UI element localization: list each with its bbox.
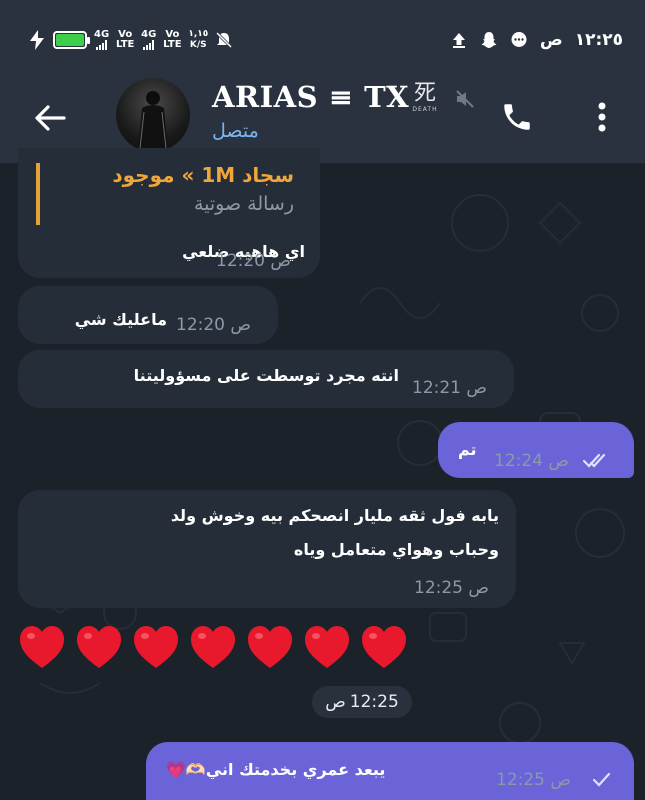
signal-bars-icon <box>143 40 155 50</box>
network-type-label: 4G <box>141 29 157 40</box>
time-value: 12:25 <box>414 578 463 598</box>
chat-bubble-icon <box>510 31 528 49</box>
message-text: يبعد عمري بخدمتك اني🫶🏻💗 <box>166 760 386 779</box>
more-vertical-icon <box>598 102 606 132</box>
arrow-left-icon <box>35 105 66 131</box>
charging-bolt-icon <box>28 30 46 50</box>
time-value: 12:25 <box>349 692 399 712</box>
time-value: 12:25 <box>496 770 545 790</box>
red-heart-icon <box>77 626 121 668</box>
message-time: ص 12:25 <box>414 578 489 598</box>
message-time: ص 12:20 <box>216 251 291 271</box>
avatar-figure-image <box>138 91 168 152</box>
message-text: ماعليك شي <box>74 310 167 329</box>
network-signal-2: 4G <box>141 30 156 50</box>
message-time: ص 12:25 <box>496 770 571 790</box>
bell-off-icon <box>215 31 233 49</box>
status-bar-left: 4G Vo LTE 4G Vo LTE ١,١٥ K/S <box>28 26 233 54</box>
time-ampm: ص <box>550 770 571 790</box>
clock-ampm: ص <box>539 30 563 50</box>
red-heart-icon <box>362 626 406 668</box>
emoji-message-time: ص 12:25 <box>312 686 412 718</box>
time-ampm: ص <box>468 578 489 598</box>
badge-kanji: 死 <box>413 81 436 106</box>
time-value: 12:24 <box>494 451 543 471</box>
message-text-line-1: يابه فول ثقه مليار انصحكم بيه وخوش ولد <box>170 506 499 525</box>
network-signal-1: 4G <box>94 30 109 50</box>
time-ampm: ص <box>230 315 251 335</box>
more-options-button[interactable] <box>588 94 616 140</box>
message-text: تم <box>458 440 477 459</box>
online-status: متصل <box>212 120 259 142</box>
chat-title[interactable]: ARIAS ≡ TX <box>212 80 409 114</box>
network-speed: ١,١٥ K/S <box>188 29 208 51</box>
call-button[interactable] <box>494 94 540 140</box>
reply-quote[interactable]: سجاد 1M » موجود رسالة صوتية <box>36 163 302 225</box>
red-heart-icon <box>191 626 235 668</box>
time-value: 12:21 <box>412 378 461 398</box>
speed-unit: K/S <box>189 40 207 50</box>
speed-value: ١,١٥ <box>188 29 209 39</box>
time-ampm: ص <box>548 451 569 471</box>
red-heart-icon <box>20 626 64 668</box>
emoji-hearts-message[interactable] <box>18 624 408 680</box>
snapchat-icon <box>480 31 498 49</box>
battery-icon <box>53 31 90 49</box>
back-button[interactable] <box>28 96 72 140</box>
volte-label-1: Vo LTE <box>115 29 135 50</box>
signal-bars-icon <box>96 40 108 50</box>
clock-time: ١٢:٢٥ <box>574 30 623 50</box>
avatar[interactable] <box>116 78 190 152</box>
double-check-read-icon <box>582 453 606 468</box>
time-ampm: ص <box>325 692 346 712</box>
reply-preview-text: رسالة صوتية <box>193 193 294 215</box>
upload-arrow-icon <box>450 31 468 49</box>
volte-label-2: Vo LTE <box>163 29 182 50</box>
badge-text: DEATH <box>412 106 438 113</box>
message-time: ص 12:20 <box>176 315 251 335</box>
network-type-label: 4G <box>94 29 110 40</box>
red-heart-icon <box>248 626 292 668</box>
message-text: انته مجرد توسطت على مسؤوليتنا <box>133 366 399 385</box>
message-time: ص 12:24 <box>494 451 569 471</box>
message-text-line-2: وحباب وهواي متعامل وياه <box>293 540 499 559</box>
single-check-sent-icon <box>592 772 611 787</box>
time-ampm: ص <box>466 378 487 398</box>
red-heart-icon <box>305 626 349 668</box>
red-heart-icon <box>134 626 178 668</box>
muted-speaker-icon <box>454 88 476 110</box>
time-ampm: ص <box>270 251 291 271</box>
reply-sender-name: سجاد 1M » موجود <box>112 163 294 187</box>
time-value: 12:20 <box>176 315 225 335</box>
message-time: ص 12:21 <box>412 378 487 398</box>
status-bar-right: ص ١٢:٢٥ <box>450 26 623 54</box>
status-bar: 4G Vo LTE 4G Vo LTE ١,١٥ K/S ص ١٢:٢٥ <box>0 0 645 78</box>
time-value: 12:20 <box>216 251 265 271</box>
death-badge: 死 DEATH <box>408 82 442 118</box>
phone-icon <box>504 104 530 130</box>
